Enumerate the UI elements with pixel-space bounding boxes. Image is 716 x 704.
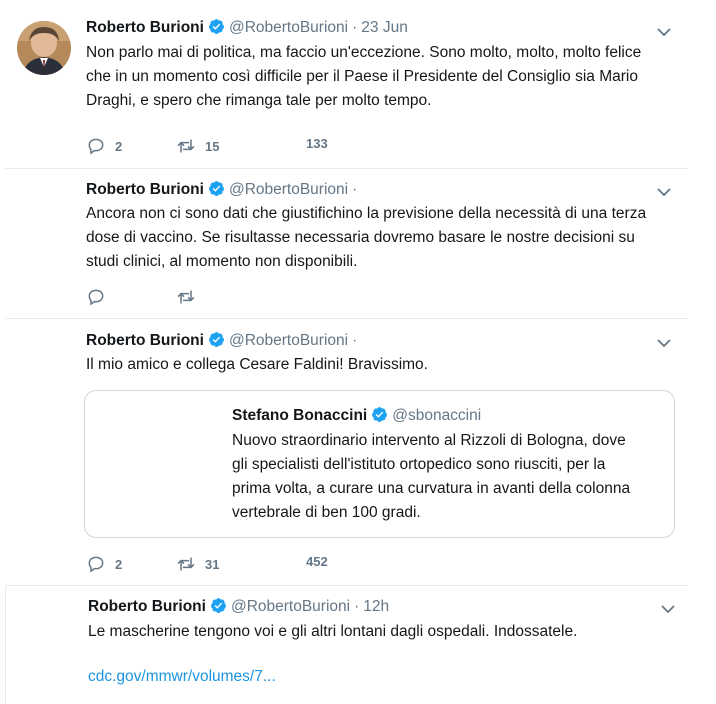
verified-badge-icon: [209, 181, 224, 196]
like-count: 133: [306, 136, 328, 151]
tweet-link[interactable]: cdc.gov/mmwr/volumes/7...: [88, 665, 276, 689]
reply-icon: [88, 556, 104, 573]
retweet-icon: [177, 557, 195, 571]
timestamp[interactable]: 12h: [363, 598, 389, 615]
tweet-actions: 2 31 452: [86, 554, 386, 574]
author-handle[interactable]: @RobertoBurioni: [229, 332, 348, 349]
tweet-text-line: Il mio amico e collega Cesare Faldini! B…: [86, 356, 428, 373]
reply-icon: [88, 289, 104, 306]
tweet-text-line: Le mascherine tengono voi e gli altri lo…: [88, 623, 578, 640]
retweet-count: 15: [205, 138, 220, 154]
quoted-text-line: prima volta, a curare una curvatura in a…: [232, 480, 631, 497]
verified-badge-icon: [211, 598, 226, 613]
separator-dot: ·: [352, 19, 358, 36]
chevron-down-icon[interactable]: [656, 337, 672, 349]
tweet-header: Roberto Burioni @RobertoBurioni · 23 Jun: [86, 18, 408, 38]
author-handle[interactable]: @RobertoBurioni: [231, 598, 350, 615]
like-button[interactable]: 452: [276, 554, 328, 569]
avatar[interactable]: [17, 21, 71, 75]
quoted-text-line: Nuovo straordinario intervento al Rizzol…: [232, 432, 626, 449]
retweet-icon: [177, 290, 195, 304]
quoted-tweet-card[interactable]: Stefano Bonaccini @sbonaccini Nuovo strao…: [84, 390, 675, 538]
like-button[interactable]: 133: [276, 136, 328, 151]
quoted-text-line: vertebrale di ben 100 gradi.: [232, 504, 421, 521]
reply-icon: [88, 138, 104, 155]
author-name[interactable]: Roberto Burioni: [86, 19, 204, 36]
quoted-text-line: gli specialisti dell'istituto ortopedico…: [232, 456, 606, 473]
tweet-text: Il mio amico e collega Cesare Faldini! B…: [86, 353, 428, 377]
retweet-button[interactable]: [176, 287, 196, 307]
tweet-text-line: che in un momento così difficile per il …: [86, 68, 638, 85]
quoted-tweet-header: Stefano Bonaccini @sbonaccini: [232, 406, 481, 426]
separator-dot: ·: [352, 181, 358, 198]
quoted-author-handle: @sbonaccini: [392, 407, 482, 424]
retweet-count: 31: [205, 556, 220, 572]
tweet-text-line: Ancora non ci sono dati che giustifichin…: [86, 205, 647, 222]
divider: [5, 168, 688, 169]
chevron-down-icon[interactable]: [656, 186, 672, 198]
like-count: 452: [306, 554, 328, 569]
tweet-text: Non parlo mai di politica, ma faccio un'…: [86, 41, 641, 113]
separator-dot: ·: [352, 332, 358, 349]
tweet-actions: [86, 287, 386, 307]
author-name[interactable]: Roberto Burioni: [86, 181, 204, 198]
verified-badge-icon: [209, 332, 224, 347]
tweet-text: Ancora non ci sono dati che giustifichin…: [86, 202, 646, 274]
tweet-text-line: Draghi, e spero che rimanga tale per mol…: [86, 92, 432, 109]
reply-button[interactable]: [86, 287, 106, 307]
author-name[interactable]: Roberto Burioni: [86, 332, 204, 349]
reply-button[interactable]: 2: [86, 136, 122, 156]
quoted-author-name: Stefano Bonaccini: [232, 407, 368, 424]
tweet-actions: 2 15 133: [86, 136, 386, 156]
divider: [5, 585, 688, 586]
tweet-text: Le mascherine tengono voi e gli altri lo…: [88, 620, 577, 644]
tweet-text-line: Non parlo mai di politica, ma faccio un'…: [86, 44, 642, 61]
chevron-down-icon[interactable]: [656, 26, 672, 38]
chevron-down-icon[interactable]: [660, 603, 676, 615]
reply-button[interactable]: 2: [86, 554, 122, 574]
verified-badge-icon: [372, 407, 388, 422]
separator-dot: ·: [354, 598, 360, 615]
tweet-header: Roberto Burioni @RobertoBurioni ·: [86, 180, 361, 200]
avatar-image: [17, 21, 71, 75]
reply-count: 2: [115, 556, 123, 572]
divider: [5, 318, 688, 319]
timestamp[interactable]: 23 Jun: [361, 19, 408, 36]
reply-count: 2: [115, 138, 123, 154]
retweet-button[interactable]: 31: [176, 554, 219, 574]
verified-badge-icon: [209, 19, 224, 34]
retweet-button[interactable]: 15: [176, 136, 219, 156]
retweet-icon: [177, 139, 195, 153]
author-handle[interactable]: @RobertoBurioni: [229, 181, 348, 198]
panel-left-border: [5, 586, 6, 704]
tweet-text-line: dose di vaccino. Se risultasse necessari…: [86, 229, 635, 246]
author-handle[interactable]: @RobertoBurioni: [229, 19, 348, 36]
tweet-text-line: studi clinici, al momento non disponibil…: [86, 253, 358, 270]
tweet-header: Roberto Burioni @RobertoBurioni ·: [86, 331, 361, 351]
quoted-tweet-text: Nuovo straordinario intervento al Rizzol…: [232, 429, 630, 525]
author-name[interactable]: Roberto Burioni: [88, 598, 206, 615]
tweet-header: Roberto Burioni @RobertoBurioni · 12h: [88, 597, 389, 617]
